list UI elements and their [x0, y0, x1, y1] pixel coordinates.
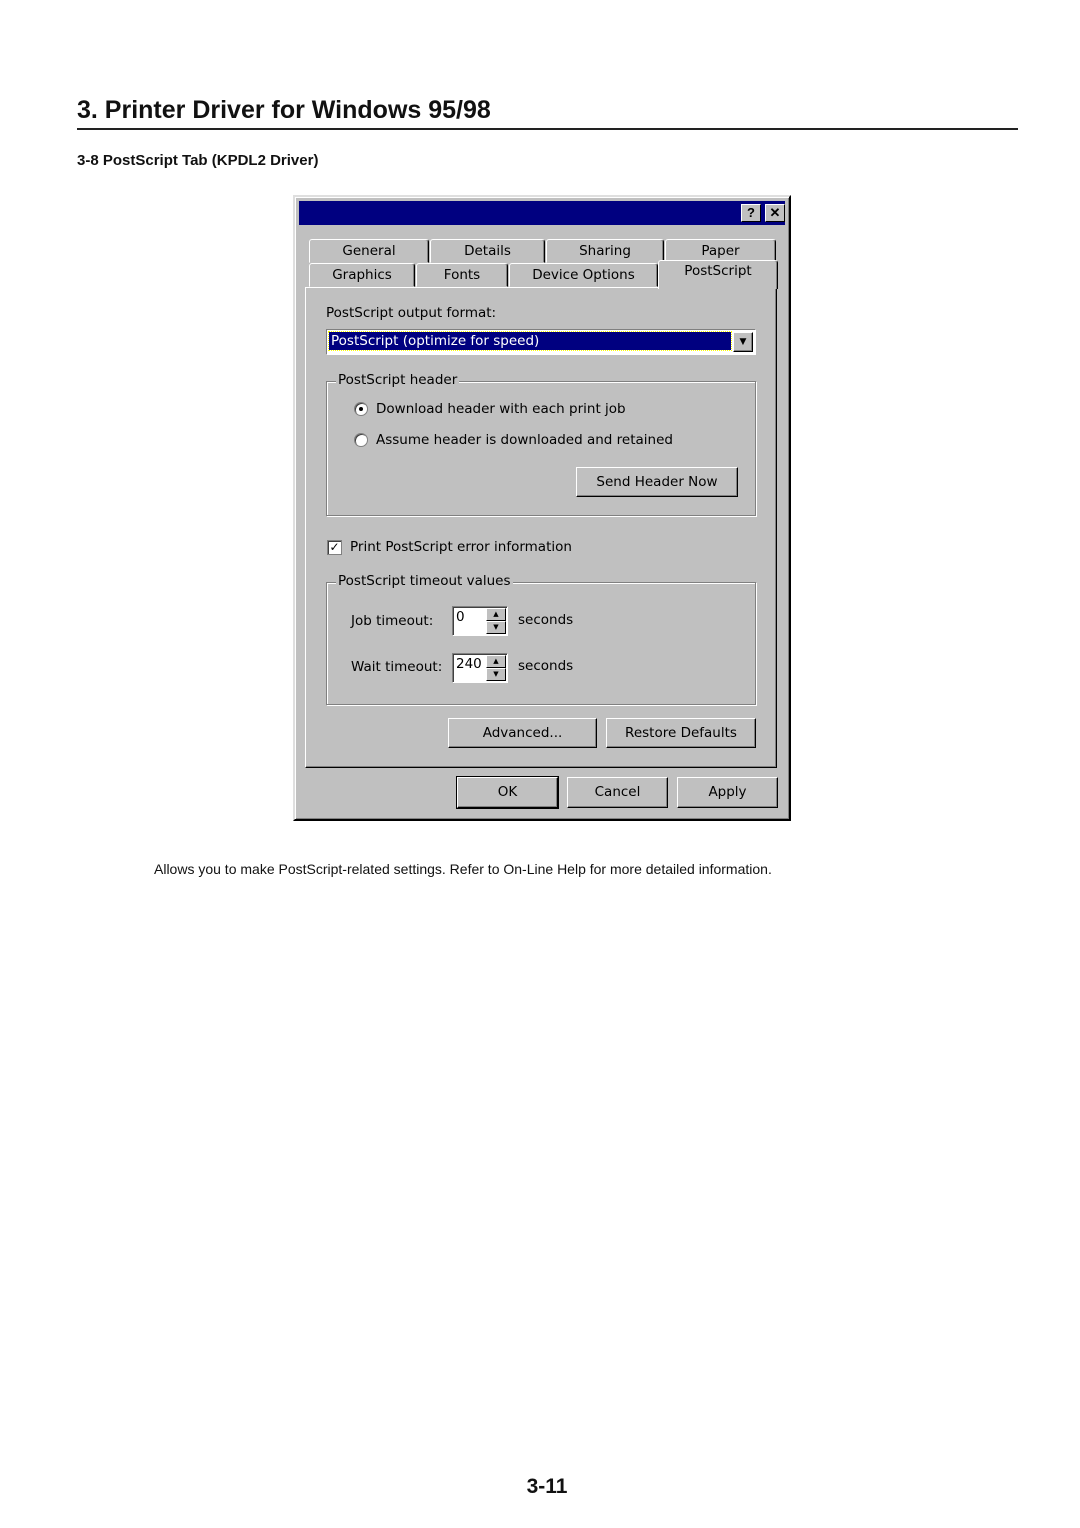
job-timeout-value[interactable]: 0: [456, 609, 465, 625]
ok-button[interactable]: OK: [456, 776, 559, 809]
title-bar: ? ✕: [299, 201, 785, 225]
section-heading: 3-8 PostScript Tab (KPDL2 Driver): [77, 152, 319, 169]
restore-defaults-button[interactable]: Restore Defaults: [606, 718, 756, 748]
tab-general[interactable]: General: [309, 239, 429, 263]
send-header-now-button[interactable]: Send Header Now: [576, 467, 738, 497]
advanced-button[interactable]: Advanced...: [448, 718, 597, 748]
wait-timeout-spinner[interactable]: 240 ▲ ▼: [452, 653, 508, 683]
header-group-label: PostScript header: [336, 372, 460, 388]
tab-postscript[interactable]: PostScript: [658, 260, 778, 289]
tab-sharing[interactable]: Sharing: [546, 239, 664, 263]
job-timeout-unit: seconds: [518, 612, 574, 628]
job-timeout-spinner[interactable]: 0 ▲ ▼: [452, 606, 508, 636]
wait-timeout-unit: seconds: [518, 658, 574, 674]
radio-assume-header[interactable]: [354, 433, 368, 447]
heading-rule: [77, 128, 1018, 130]
close-button[interactable]: ✕: [765, 204, 785, 222]
printer-properties-dialog: ? ✕ General Details Sharing Paper Graphi…: [293, 195, 791, 821]
spin-down-icon[interactable]: ▼: [486, 621, 506, 634]
apply-button[interactable]: Apply: [677, 777, 778, 808]
radio-download-header[interactable]: [354, 402, 368, 416]
tab-device-options[interactable]: Device Options: [509, 263, 658, 287]
timeout-group: [326, 582, 756, 705]
timeout-group-label: PostScript timeout values: [336, 573, 513, 589]
spin-up-icon[interactable]: ▲: [486, 608, 506, 621]
page-heading: 3. Printer Driver for Windows 95/98: [77, 96, 491, 124]
job-timeout-label: Job timeout:: [351, 613, 434, 629]
wait-timeout-value[interactable]: 240: [456, 656, 482, 672]
tab-details[interactable]: Details: [430, 239, 545, 263]
cancel-button[interactable]: Cancel: [567, 777, 668, 808]
output-format-label: PostScript output format:: [326, 305, 497, 321]
radio-download-header-label[interactable]: Download header with each print job: [376, 401, 626, 417]
radio-dot-icon: [359, 407, 363, 411]
error-info-checkbox[interactable]: ✓: [327, 540, 342, 555]
output-format-select[interactable]: PostScript (optimize for speed) ▼: [326, 329, 756, 355]
caption: Allows you to make PostScript-related se…: [154, 861, 772, 877]
spin-down-icon[interactable]: ▼: [486, 668, 506, 681]
page-number: 3-11: [526, 1475, 568, 1498]
error-info-label[interactable]: Print PostScript error information: [350, 539, 572, 555]
output-format-value: PostScript (optimize for speed): [328, 331, 732, 351]
tab-fonts[interactable]: Fonts: [416, 263, 508, 287]
radio-assume-header-label[interactable]: Assume header is downloaded and retained: [376, 432, 673, 448]
wait-timeout-label: Wait timeout:: [351, 659, 443, 675]
chevron-down-icon[interactable]: ▼: [733, 332, 753, 352]
manual-page: 3. Printer Driver for Windows 95/98 3-8 …: [0, 0, 1080, 1528]
help-button[interactable]: ?: [741, 204, 761, 222]
check-icon: ✓: [329, 540, 340, 554]
tab-graphics[interactable]: Graphics: [309, 263, 415, 287]
spin-up-icon[interactable]: ▲: [486, 655, 506, 668]
